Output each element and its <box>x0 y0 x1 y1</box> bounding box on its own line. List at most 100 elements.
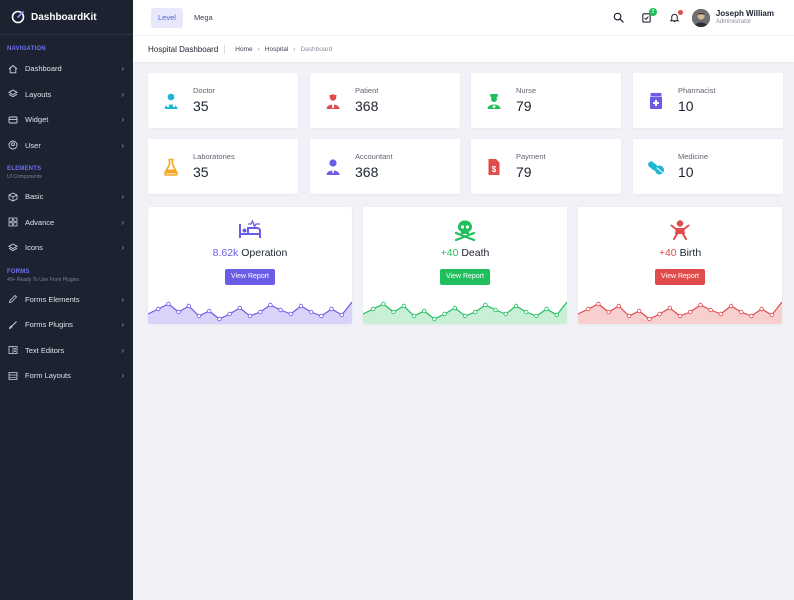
layers-icon <box>7 89 18 100</box>
chevron-right-icon: › <box>293 45 296 53</box>
brand-name: DashboardKit <box>31 11 97 23</box>
avatar-image <box>691 8 710 27</box>
svg-text:$: $ <box>492 165 497 174</box>
report-headline: +40 Birth <box>578 247 782 259</box>
stat-card-payment: $ Payment 79 <box>471 139 621 194</box>
invoice-icon: $ <box>485 158 503 176</box>
sidebar-item-user[interactable]: User › <box>7 133 133 159</box>
stat-label: Laboratories <box>193 152 235 161</box>
view-report-button[interactable]: View Report <box>224 269 276 285</box>
report-value: 8.62k <box>212 247 239 259</box>
chevron-right-icon: › <box>121 89 124 99</box>
brand[interactable]: DashboardKit <box>0 0 133 35</box>
stat-label: Payment <box>516 152 546 161</box>
chevron-right-icon: › <box>121 64 124 74</box>
sidebar-item-advance[interactable]: Advance › <box>7 210 133 236</box>
chevron-right-icon: › <box>121 371 124 381</box>
accountant-icon <box>324 158 342 176</box>
sidebar-item-label: Forms Plugins <box>25 320 73 330</box>
report-label: Death <box>461 247 490 259</box>
editor-icon <box>7 345 18 356</box>
sidebar-item-label: Widget <box>25 115 49 125</box>
sparkline-operation <box>148 301 352 324</box>
breadcrumb-home[interactable]: Home <box>235 46 252 53</box>
breadcrumb-hospital[interactable]: Hospital <box>265 46 288 53</box>
layers-icon <box>7 242 18 253</box>
bed-icon <box>238 219 262 241</box>
breadcrumb-dashboard: Dashboard <box>300 45 333 53</box>
avatar[interactable] <box>691 8 710 27</box>
sidebar-item-widget[interactable]: Widget › <box>7 107 133 133</box>
chevron-right-icon: › <box>121 243 124 253</box>
stat-value: 368 <box>355 98 379 114</box>
patient-icon <box>324 92 342 110</box>
cart-button[interactable]: 3 <box>640 7 657 25</box>
topbar-actions: 3 Joseph William Administrator <box>612 0 794 35</box>
sidebar-item-label: Text Editors <box>25 345 65 355</box>
sidebar-item-form-layouts[interactable]: Form Layouts › <box>7 363 133 389</box>
nurse-icon <box>485 92 503 110</box>
stat-label: Nurse <box>516 86 537 95</box>
pharmacist-icon <box>647 92 665 110</box>
baby-icon <box>668 219 692 241</box>
chevron-right-icon: › <box>121 140 124 150</box>
skull-icon <box>453 219 477 242</box>
report-label: Birth <box>679 247 702 259</box>
stat-value: 79 <box>516 164 532 180</box>
pills-icon <box>647 158 665 176</box>
report-value: +40 <box>440 247 459 259</box>
stat-label: Pharmacist <box>678 86 716 95</box>
report-label: Operation <box>241 247 288 259</box>
sidebar-item-forms-plugins[interactable]: Forms Plugins › <box>7 312 133 338</box>
sidebar-item-icons[interactable]: Icons › <box>7 235 133 261</box>
notification-button[interactable] <box>668 9 683 25</box>
sidebar-item-label: Icons <box>25 243 43 253</box>
brush-icon <box>7 319 18 330</box>
notification-dot <box>677 9 683 15</box>
sidebar-item-label: User <box>25 140 41 150</box>
sidebar-item-label: Basic <box>25 192 44 202</box>
tab-level[interactable]: Level <box>151 7 183 28</box>
sidebar-item-label: Forms Elements <box>25 294 80 304</box>
chevron-right-icon: › <box>121 217 124 227</box>
stat-card-medicine: Medicine 10 <box>633 139 783 194</box>
layout-icon <box>7 370 18 381</box>
nav-caption: ELEMENTS <box>7 166 42 172</box>
stat-label: Accountant <box>355 152 393 161</box>
report-card-operation: 8.62k Operation View Report <box>148 207 352 324</box>
tab-mega[interactable]: Mega <box>187 8 220 28</box>
view-report-button[interactable]: View Report <box>439 269 491 285</box>
stat-card-nurse: Nurse 79 <box>471 73 621 128</box>
stat-value: 35 <box>193 164 209 180</box>
sidebar-item-layouts[interactable]: Layouts › <box>7 82 133 108</box>
nav-section-navigation: NAVIGATION Dashboard › Layouts › Widget … <box>0 46 133 158</box>
logo-icon <box>11 10 25 24</box>
report-value: +40 <box>658 247 677 259</box>
nav-section-forms: FORMS 40+ Ready To Use From Plugins Form… <box>0 269 133 389</box>
stat-card-doctor: Doctor 35 <box>148 73 298 128</box>
user-icon <box>7 140 18 151</box>
report-headline: +40 Death <box>363 247 567 259</box>
sidebar-item-label: Layouts <box>25 89 52 99</box>
pen-icon <box>7 294 18 305</box>
search-button[interactable] <box>612 11 626 25</box>
user-role: Administrator <box>715 18 752 25</box>
view-report-button[interactable]: View Report <box>654 269 706 285</box>
sidebar-item-text-editors[interactable]: Text Editors › <box>7 338 133 364</box>
stat-value: 368 <box>355 164 379 180</box>
chevron-right-icon: › <box>121 192 124 202</box>
stat-label: Doctor <box>193 86 216 95</box>
sidebar-item-dashboard[interactable]: Dashboard › <box>7 56 133 82</box>
stat-label: Patient <box>355 86 379 95</box>
widget-icon <box>7 114 18 125</box>
nav-caption: FORMS <box>7 268 30 275</box>
sidebar-item-basic[interactable]: Basic › <box>7 184 133 210</box>
stat-card-laboratories: Laboratories 35 <box>148 139 298 194</box>
sidebar-item-forms-elements[interactable]: Forms Elements › <box>7 287 133 313</box>
user-info[interactable]: Joseph William Administrator <box>715 9 774 25</box>
stat-value: 79 <box>516 98 532 114</box>
chevron-right-icon: › <box>121 320 124 330</box>
stat-card-patient: Patient 368 <box>310 73 460 128</box>
sparkline-death <box>363 301 567 324</box>
report-card-birth: +40 Birth View Report <box>578 207 782 324</box>
